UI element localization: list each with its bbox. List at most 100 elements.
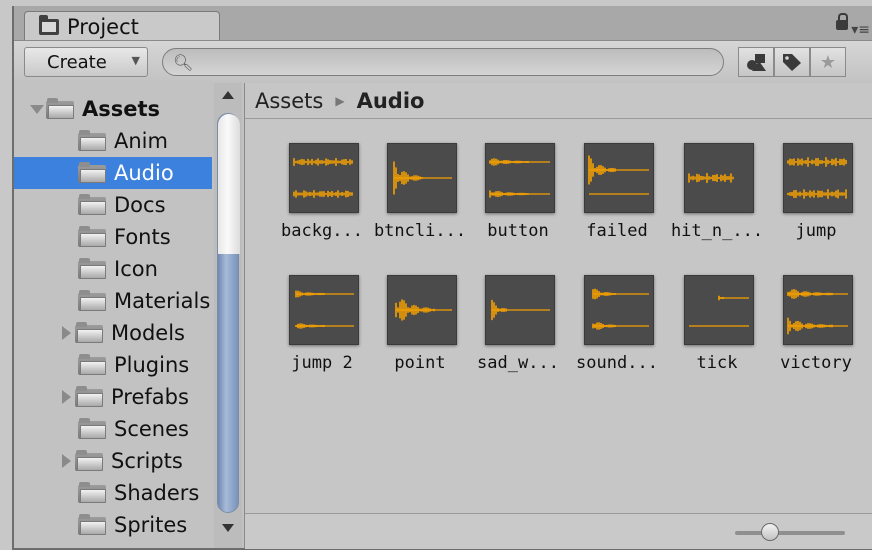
favorites-button[interactable]: ★	[810, 47, 846, 77]
asset-thumbnail[interactable]	[584, 275, 654, 345]
audio-asset[interactable]: btncli...	[371, 143, 469, 263]
asset-label: victory	[780, 353, 852, 373]
expand-down-icon[interactable]	[30, 104, 44, 114]
sidebar-item-audio[interactable]: Audio	[14, 157, 212, 189]
asset-thumbnail[interactable]	[387, 143, 457, 213]
audio-asset[interactable]: point	[371, 275, 469, 395]
project-tab-label: Project	[67, 14, 139, 39]
breadcrumb-current[interactable]: Audio	[357, 89, 425, 113]
sidebar-item-scenes[interactable]: Scenes	[14, 413, 212, 445]
favorites-star-icon: ★	[819, 51, 837, 73]
search-input[interactable]: 🔍︎	[162, 48, 724, 76]
sidebar-item-sprites[interactable]: Sprites	[14, 509, 212, 541]
asset-browser: Assets ▶ Audio backg... btncli... button fa…	[245, 83, 872, 549]
folder-icon	[78, 162, 108, 183]
sidebar-item-icon[interactable]: Icon	[14, 253, 212, 285]
filter-by-label-icon	[783, 54, 801, 71]
waveform-icon	[588, 155, 649, 195]
scroll-down-icon[interactable]	[222, 524, 234, 532]
folder-icon	[75, 450, 105, 471]
asset-thumbnail[interactable]	[783, 143, 853, 213]
waveform-icon	[395, 299, 452, 321]
expand-arrow-icon[interactable]	[62, 326, 71, 340]
audio-asset[interactable]: backg...	[273, 143, 371, 263]
audio-asset[interactable]: sad_w...	[469, 275, 567, 395]
thumbnail-size-slider[interactable]	[735, 531, 845, 535]
browser-footer	[245, 513, 872, 549]
asset-thumbnail[interactable]	[485, 275, 555, 345]
tab-strip: Project ▾≡	[14, 6, 872, 41]
audio-asset[interactable]: failed	[568, 143, 666, 263]
toolbar: Create ▼ 🔍︎ ★	[14, 40, 872, 84]
folder-tree: Assets Anim Audio Docs Fonts Icon Materials Mo…	[14, 83, 245, 548]
asset-label: sad_w...	[477, 353, 559, 373]
audio-asset[interactable]: victory	[767, 275, 865, 395]
asset-label: jump	[795, 221, 837, 241]
tree-item-label: Sprites	[114, 513, 188, 537]
breadcrumb-separator-icon: ▶	[335, 93, 345, 108]
create-button[interactable]: Create ▼	[24, 47, 148, 77]
slider-knob[interactable]	[761, 523, 779, 541]
expand-arrow-icon[interactable]	[62, 454, 71, 468]
filter-by-type-button[interactable]	[738, 47, 774, 77]
expand-arrow-icon[interactable]	[62, 390, 71, 404]
folder-icon	[78, 482, 108, 503]
asset-label: point	[394, 353, 446, 373]
menu-icon[interactable]: ▾≡	[851, 22, 870, 38]
asset-thumbnail[interactable]	[289, 275, 359, 345]
sidebar-item-docs[interactable]: Docs	[14, 189, 212, 221]
lock-icon[interactable]	[836, 13, 848, 30]
tree-item-assets[interactable]: Assets	[14, 93, 212, 125]
asset-label: btncli...	[373, 221, 467, 241]
folder-icon	[78, 290, 108, 311]
folder-icon	[78, 226, 108, 247]
tree-item-label: Docs	[114, 193, 166, 217]
audio-asset[interactable]: tick	[668, 275, 766, 395]
sidebar-item-shaders[interactable]: Shaders	[14, 477, 212, 509]
waveform-icon	[688, 173, 734, 183]
folder-icon	[78, 258, 108, 279]
sidebar-item-fonts[interactable]: Fonts	[14, 221, 212, 253]
waveform-icon	[489, 158, 550, 198]
asset-thumbnail[interactable]	[584, 143, 654, 213]
scroll-up-icon[interactable]	[222, 91, 234, 99]
audio-asset[interactable]: sound...	[568, 275, 666, 395]
create-button-label: Create	[47, 51, 107, 73]
asset-label: sound...	[576, 353, 658, 373]
asset-thumbnail[interactable]	[684, 275, 754, 345]
sidebar-item-plugins[interactable]: Plugins	[14, 349, 212, 381]
scroll-thumb[interactable]	[217, 113, 240, 513]
folder-icon	[75, 386, 105, 407]
asset-thumbnail[interactable]	[684, 143, 754, 213]
filter-by-label-button[interactable]	[774, 47, 810, 77]
tree-item-label: Scenes	[114, 417, 189, 441]
project-tab[interactable]: Project	[24, 11, 220, 41]
asset-label: jump 2	[291, 353, 353, 373]
asset-thumbnail[interactable]	[387, 275, 457, 345]
asset-label: backg...	[281, 221, 363, 241]
folder-icon	[75, 322, 105, 343]
audio-asset[interactable]: hit_n_...	[668, 143, 766, 263]
waveform-icon	[295, 290, 354, 329]
sidebar-item-scripts[interactable]: Scripts	[14, 445, 212, 477]
tree-item-label: Icon	[114, 257, 158, 281]
audio-asset[interactable]: jump	[767, 143, 865, 263]
asset-thumbnail[interactable]	[485, 143, 555, 213]
asset-thumbnail[interactable]	[289, 143, 359, 213]
asset-thumbnail[interactable]	[783, 275, 853, 345]
waveform-icon	[787, 157, 847, 199]
sidebar-item-prefabs[interactable]: Prefabs	[14, 381, 212, 413]
audio-asset[interactable]: jump 2	[273, 275, 371, 395]
sidebar-item-anim[interactable]: Anim	[14, 125, 212, 157]
waveform-icon	[393, 161, 452, 195]
breadcrumb-root[interactable]: Assets	[255, 89, 323, 113]
tree-item-label: Materials	[114, 289, 211, 313]
folder-icon	[78, 514, 108, 535]
tree-item-label: Fonts	[114, 225, 171, 249]
project-window: Project ▾≡ Create ▼ 🔍︎ ★ Assets Anim Aud…	[12, 6, 872, 550]
sidebar-item-materials[interactable]: Materials	[14, 285, 212, 317]
waveform-icon	[689, 295, 749, 327]
audio-asset[interactable]: button	[469, 143, 567, 263]
tree-scrollbar[interactable]	[214, 83, 242, 548]
sidebar-item-models[interactable]: Models	[14, 317, 212, 349]
